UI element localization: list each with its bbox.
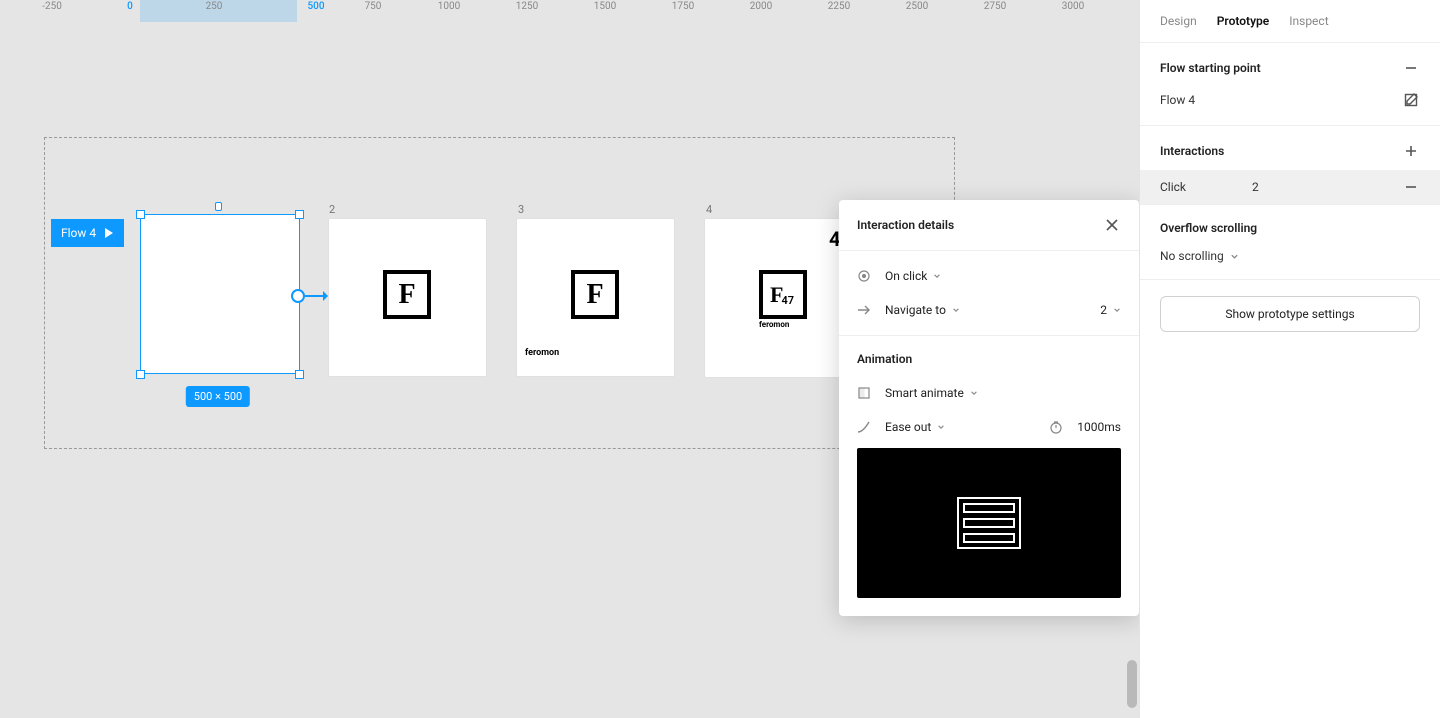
on-click-icon <box>857 269 871 283</box>
edit-flow-button[interactable] <box>1402 91 1420 109</box>
resize-handle-ne[interactable] <box>295 210 304 219</box>
add-interaction-button[interactable] <box>1402 142 1420 160</box>
frame-4-caption: feromon <box>759 320 789 329</box>
popup-close-button[interactable] <box>1103 216 1121 234</box>
navigate-icon <box>857 303 871 317</box>
logo-f-box: F <box>383 270 431 319</box>
flow-start-tag[interactable]: Flow 4 <box>51 219 124 247</box>
frame-3-label[interactable]: 3 <box>518 203 524 216</box>
resize-handle-sw[interactable] <box>136 370 145 379</box>
canvas-scrollbar-thumb[interactable] <box>1127 660 1137 708</box>
logo-f47-box: F47 <box>759 270 807 319</box>
plus-icon <box>1404 144 1418 158</box>
trigger-select[interactable]: On click <box>885 269 941 283</box>
interaction-target: 2 <box>1240 180 1402 194</box>
ruler-tick: 2000 <box>750 1 772 12</box>
overflow-title: Overflow scrolling <box>1160 221 1257 235</box>
ruler-tick: 1750 <box>672 1 694 12</box>
easing-select[interactable]: Ease out <box>885 420 945 434</box>
easing-value: Ease out <box>885 420 931 434</box>
duration-icon <box>1049 420 1063 434</box>
logo-f-box: F <box>571 270 619 319</box>
chevron-down-icon <box>1230 252 1239 261</box>
interaction-details-popup: Interaction details On click Navigate to… <box>839 200 1139 616</box>
remove-flow-button[interactable] <box>1402 59 1420 77</box>
flow-tag-label: Flow 4 <box>61 226 96 240</box>
ruler-tick: -250 <box>42 1 62 12</box>
show-prototype-settings-button[interactable]: Show prototype settings <box>1160 296 1420 332</box>
interaction-row[interactable]: Click 2 <box>1140 170 1440 204</box>
chevron-down-icon <box>952 306 960 314</box>
animation-type-select[interactable]: Smart animate <box>885 386 978 400</box>
target-value: 2 <box>1100 303 1107 317</box>
flow-starting-point-section: Flow starting point Flow 4 <box>1140 43 1440 126</box>
edit-icon <box>1404 93 1418 107</box>
resize-handle-nw[interactable] <box>136 210 145 219</box>
frame-3-caption: feromon <box>525 348 559 358</box>
animation-type-value: Smart animate <box>885 386 964 400</box>
duration-input[interactable]: 1000ms <box>1077 420 1121 434</box>
minus-icon <box>1404 61 1418 75</box>
resize-handle-se[interactable] <box>295 370 304 379</box>
target-select[interactable]: 2 <box>1100 303 1121 317</box>
remove-interaction-button[interactable] <box>1402 178 1420 196</box>
ruler-tick: 250 <box>206 1 223 12</box>
ruler-tick: 500 <box>307 1 324 12</box>
ruler-tick: 3000 <box>1062 1 1084 12</box>
close-icon <box>1105 218 1119 232</box>
trigger-value: On click <box>885 269 927 283</box>
tab-inspect[interactable]: Inspect <box>1289 14 1328 28</box>
frame-4-label[interactable]: 4 <box>706 203 712 216</box>
ruler-tick: 1250 <box>516 1 538 12</box>
ruler-tick: 2750 <box>984 1 1006 12</box>
flow-name-value[interactable]: Flow 4 <box>1160 93 1195 107</box>
smart-animate-icon <box>857 386 871 400</box>
selection-size-badge: 500 × 500 <box>186 386 250 407</box>
ruler-tick: 2500 <box>906 1 928 12</box>
animation-preview <box>857 448 1121 598</box>
action-select[interactable]: Navigate to <box>885 303 960 317</box>
resize-handle-n[interactable] <box>215 202 222 211</box>
ruler-tick: 1000 <box>438 1 460 12</box>
chevron-down-icon <box>1113 306 1121 314</box>
frame-2-label[interactable]: 2 <box>329 203 335 216</box>
overflow-scrolling-section: Overflow scrolling No scrolling <box>1140 205 1440 280</box>
ruler-tick: 1500 <box>594 1 616 12</box>
easing-icon <box>857 420 871 434</box>
overflow-value: No scrolling <box>1160 249 1224 263</box>
minus-icon <box>1404 180 1418 194</box>
ruler-tick: 2250 <box>828 1 850 12</box>
tab-prototype[interactable]: Prototype <box>1217 14 1270 28</box>
ruler-tick: 0 <box>127 1 133 12</box>
preview-frame-icon <box>957 497 1021 549</box>
ruler: -250 0 250 500 750 1000 1250 1500 1750 2000 2250 25… <box>0 0 1139 22</box>
interactions-section: Interactions Click 2 <box>1140 126 1440 205</box>
flow-section-title: Flow starting point <box>1160 61 1261 75</box>
overflow-select[interactable]: No scrolling <box>1160 249 1239 263</box>
chevron-down-icon <box>933 272 941 280</box>
animation-section-header: Animation <box>839 335 1139 376</box>
frame-3[interactable]: F feromon <box>517 219 674 376</box>
frame-2[interactable]: F <box>329 219 486 376</box>
interaction-trigger: Click <box>1160 180 1240 194</box>
chevron-down-icon <box>937 423 945 431</box>
right-panel: Design Prototype Inspect Flow starting p… <box>1139 0 1440 718</box>
popup-title: Interaction details <box>857 218 954 232</box>
frame-1-selected[interactable] <box>140 214 300 374</box>
play-icon <box>104 228 114 238</box>
panel-tabs: Design Prototype Inspect <box>1140 0 1440 43</box>
ruler-tick: 750 <box>365 1 382 12</box>
prototype-connection-arrow[interactable] <box>305 295 327 297</box>
action-value: Navigate to <box>885 303 946 317</box>
prototype-connection-node[interactable] <box>291 289 305 303</box>
chevron-down-icon <box>970 389 978 397</box>
tab-design[interactable]: Design <box>1160 14 1197 28</box>
interactions-title: Interactions <box>1160 144 1224 158</box>
